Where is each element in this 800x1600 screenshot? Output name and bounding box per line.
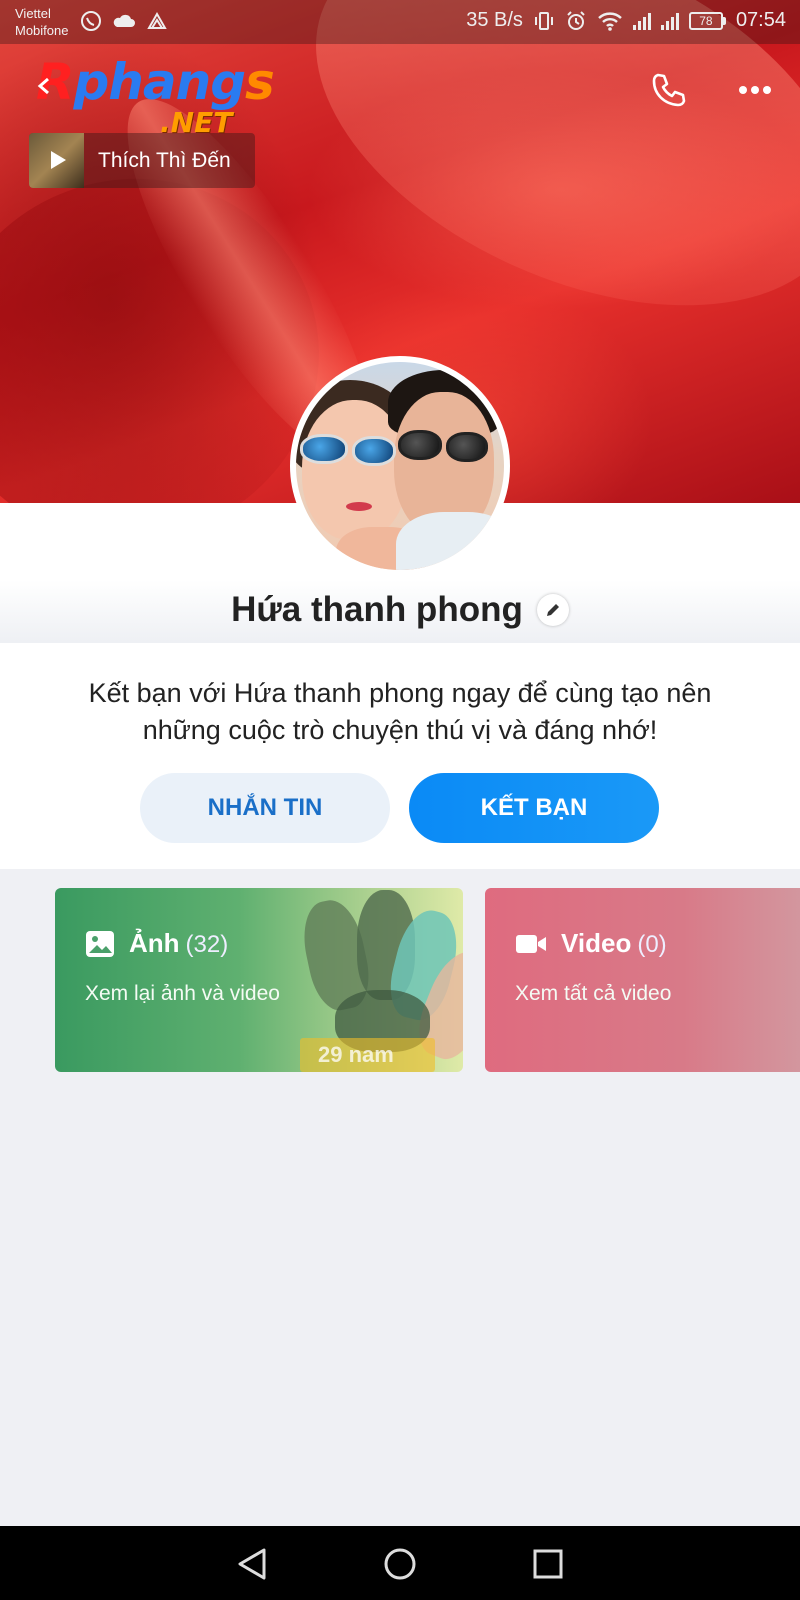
call-button[interactable] [646,68,690,112]
nav-back-button[interactable] [232,1544,272,1584]
videos-card[interactable]: Video (0) Xem tất cả video [485,888,800,1072]
battery-level: 78 [688,11,723,30]
profile-name-row: Hứa thanh phong [0,590,800,630]
photos-card-header: Ảnh (32) [85,928,228,959]
avatar[interactable] [290,356,510,576]
profile-name: Hứa thanh phong [231,590,523,629]
music-thumbnail [29,133,84,188]
photos-count: (32) [185,931,229,958]
clock: 07:54 [735,9,786,31]
more-icon [739,86,771,94]
invite-message: Kết bạn với Hứa thanh phong ngay để cùng… [88,678,712,745]
logo-letters: phang [73,53,247,111]
signal-icon [632,12,651,30]
add-friend-button[interactable]: KẾT BẠN [409,773,659,843]
videos-subtitle: Xem tất cả video [515,982,672,1005]
nav-home-icon [384,1548,416,1580]
nav-recents-button[interactable] [528,1544,568,1584]
upload-icon [147,11,167,29]
vibrate-icon [534,11,553,30]
watermark-logo: Rphangs .NET [36,53,275,139]
logo-letter: s [245,53,275,111]
nav-recents-icon [533,1549,563,1579]
back-arrow-icon[interactable] [34,76,54,102]
friend-invite-card: Kết bạn với Hứa thanh phong ngay để cùng… [0,643,800,869]
video-camera-icon [516,934,546,953]
battery-icon: 78 [688,11,726,30]
photos-card[interactable]: 29 nam Ảnh (32) Xem lại ảnh và video [55,888,463,1072]
net-speed: 35 B/s [466,9,523,31]
notification-icons [80,10,168,32]
videos-title: Video [561,928,632,958]
videos-count: (0) [637,931,667,958]
cloud-icon [113,14,135,27]
carriers: Viettel Mobifone [15,5,68,39]
play-icon [51,151,66,169]
carrier-2: Mobifone [15,23,69,38]
alarm-icon [567,10,585,30]
phone-icon [652,73,686,107]
nav-home-button[interactable] [380,1544,420,1584]
viber-icon [81,11,101,31]
nav-back-icon [238,1548,266,1580]
status-right: 35 B/s 78 07:54 [466,9,786,32]
profile-music[interactable]: Thích Thì Đến [29,133,255,188]
edit-icon [546,604,559,616]
more-options-button[interactable] [733,68,777,112]
status-bar: Viettel Mobifone 35 B/s 78 07:54 [0,0,800,44]
message-button[interactable]: NHẮN TIN [140,773,390,843]
wifi-icon [598,11,622,31]
photo-overlay-text: 29 nam [300,1038,435,1072]
carrier-1: Viettel [15,6,51,21]
edit-name-button[interactable] [536,594,569,626]
photos-title: Ảnh [129,928,180,958]
image-icon [86,930,114,957]
system-nav-bar [0,1526,800,1600]
music-title: Thích Thì Đến [98,148,231,172]
videos-card-header: Video (0) [515,928,667,959]
signal-icon [660,12,679,30]
photos-subtitle: Xem lại ảnh và video [85,982,280,1005]
